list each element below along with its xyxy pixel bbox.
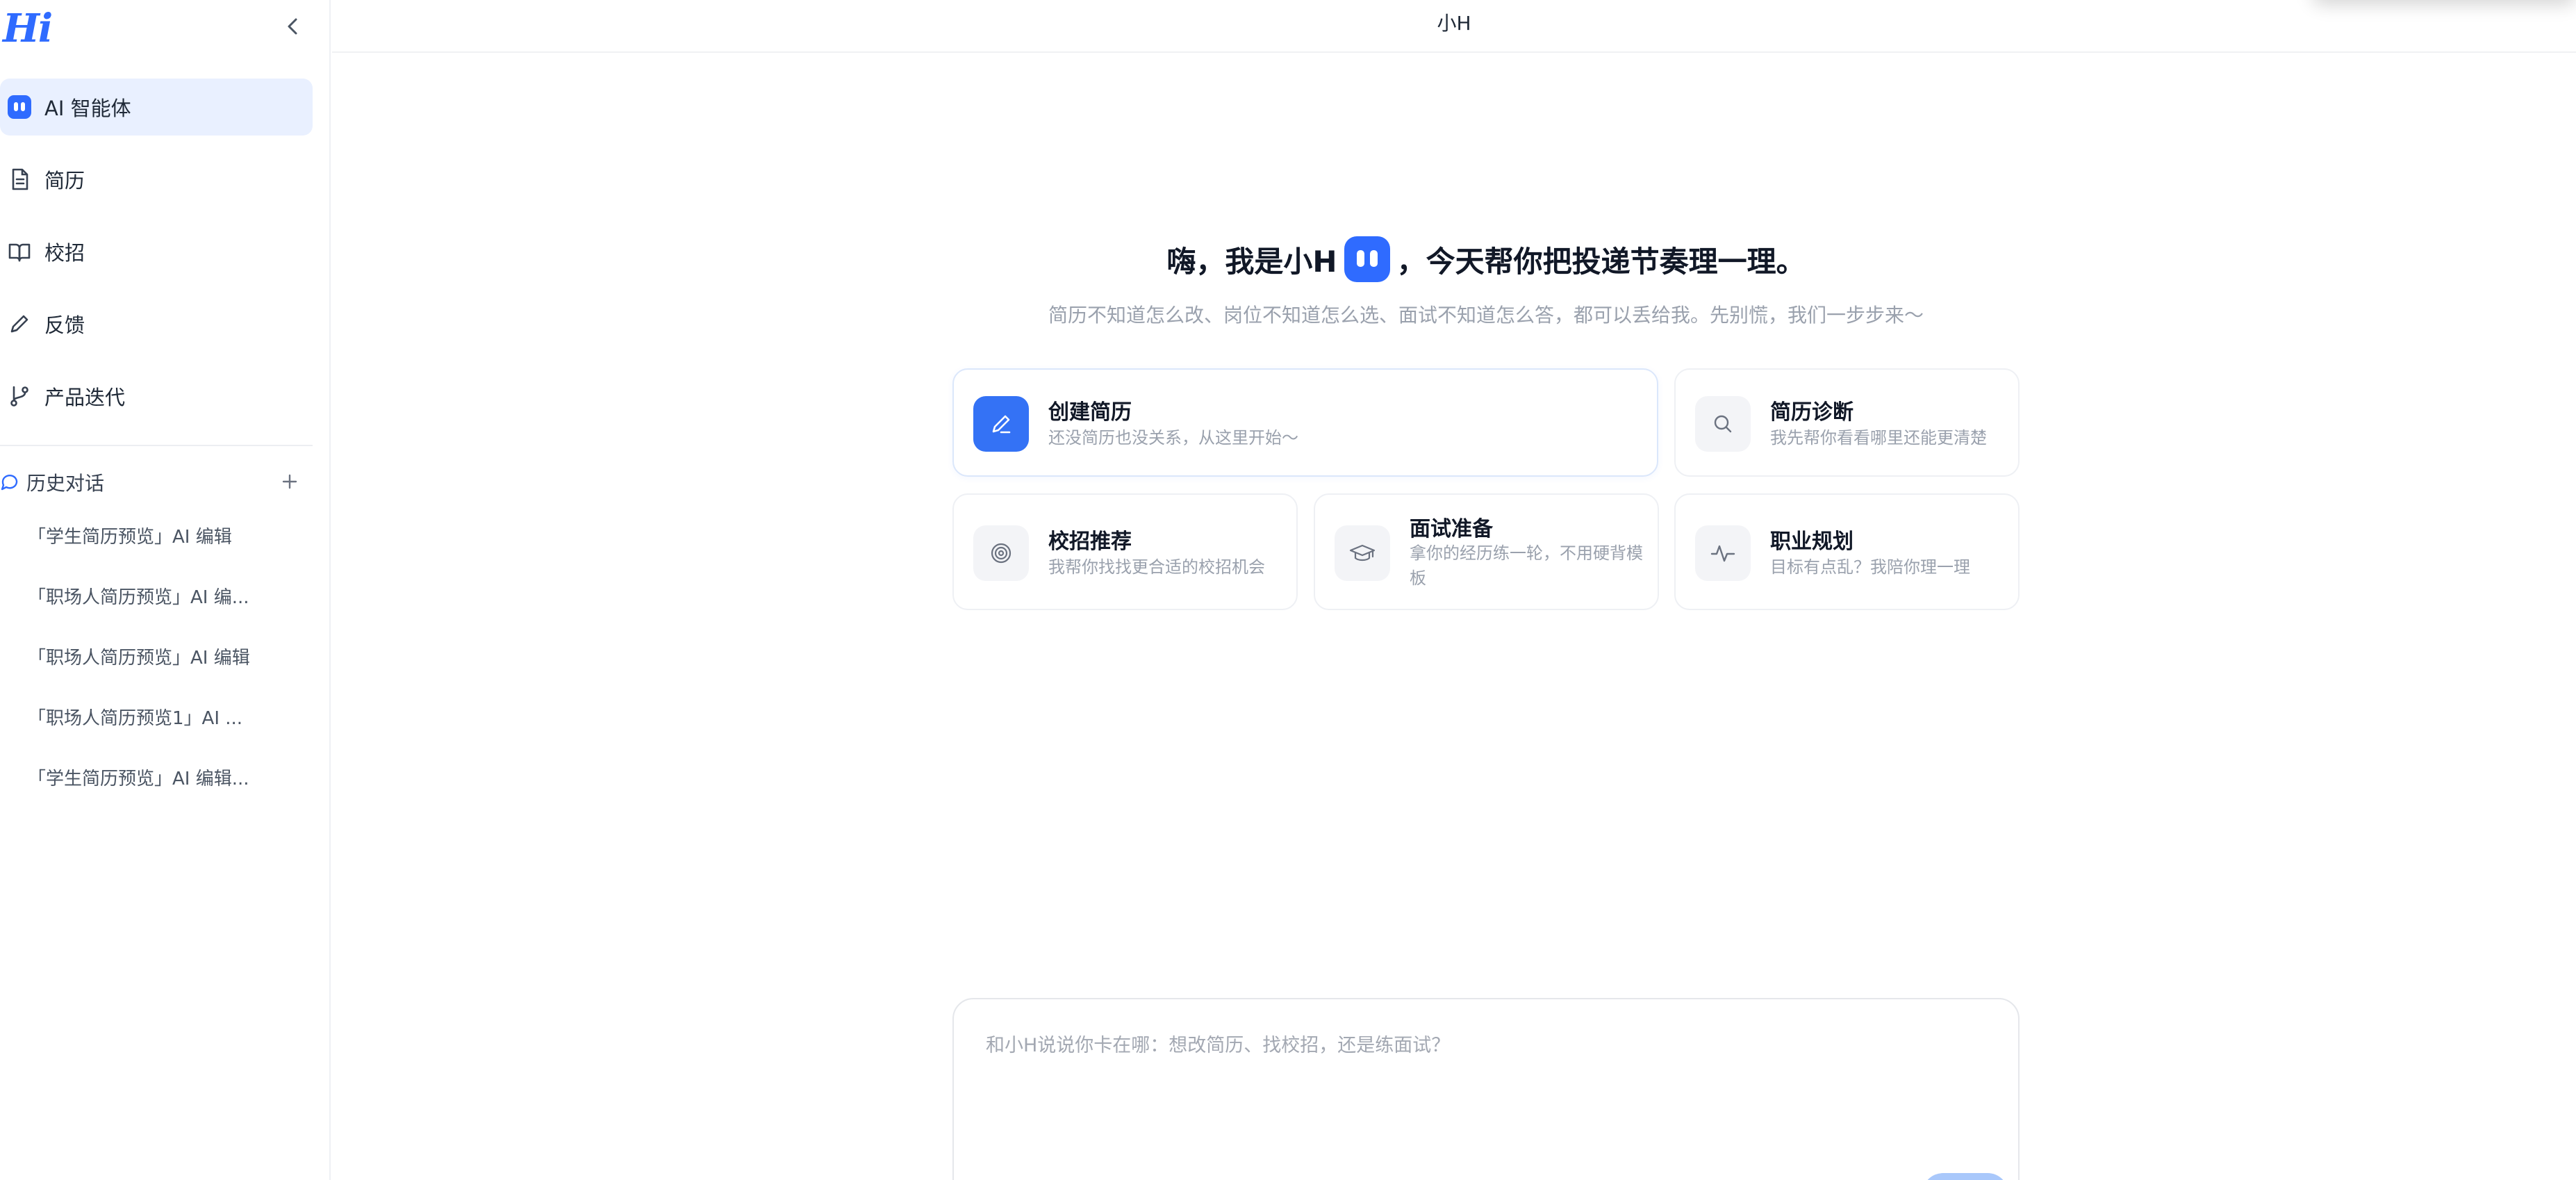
graduation-cap-icon [1335,525,1390,581]
sidebar-item-resume[interactable]: 简历 [0,151,313,208]
card-title: 职业规划 [1770,530,1853,554]
history-item[interactable]: 「职场人简历预览」AI 编辑 [28,641,278,675]
campus-recommend-card[interactable]: 校招推荐 我帮你找找更合适的校招机会 [952,493,1298,610]
card-title: 创建简历 [1048,400,1132,425]
sidebar-item-iteration[interactable]: 产品迭代 [0,368,313,425]
card-title: 面试准备 [1410,517,1493,541]
pulse-icon [1695,525,1751,581]
history-header: 历史对话 [0,464,313,500]
sidebar-divider [0,445,313,446]
send-button[interactable] [1922,1173,2008,1180]
history-item[interactable]: 「学生简历预览」AI 编辑... [28,762,278,796]
sidebar: Hi AI 智能体 简历 校招 反馈 产品迭代 历史对话 「学生简历预览」AI … [0,0,331,1180]
hero-title: 嗨，我是小H ，今天帮你把投递节奏理一理。 [952,236,2020,282]
history-item[interactable]: 「职场人简历预览1」AI ... [28,701,278,736]
sidebar-item-label: 校招 [44,241,85,265]
history-item[interactable]: 「学生简历预览」AI 编辑 [28,520,278,555]
card-title: 校招推荐 [1048,530,1132,554]
hero-subtitle: 简历不知道怎么改、岗位不知道怎么选、面试不知道怎么答，都可以丢给我。先别慌，我们… [1048,304,1924,327]
bot-icon [7,95,32,120]
add-conversation-icon[interactable] [278,470,302,493]
collapse-sidebar-icon[interactable] [281,13,306,40]
book-icon [7,239,32,264]
git-branch-icon [7,384,32,409]
card-description: 我帮你找找更合适的校招机会 [1048,557,1265,577]
target-icon [973,525,1029,581]
card-description: 我先帮你看看哪里还能更清楚 [1770,428,1987,448]
pencil-icon [973,396,1029,452]
card-description: 还没简历也没关系，从这里开始～ [1048,428,1298,448]
sidebar-item-label: 产品迭代 [44,386,126,409]
card-title: 简历诊断 [1770,400,1853,425]
sidebar-item-label: AI 智能体 [44,97,131,120]
chat-bubble-icon [0,472,21,493]
card-description: 拿你的经历练一轮，不用硬背模板 [1410,543,1643,588]
topbar: 小H [332,0,2576,53]
sidebar-item-label: 简历 [44,169,85,192]
document-icon [7,167,32,192]
sidebar-item-ai-agent[interactable]: AI 智能体 [0,79,313,136]
hero-title-start: 嗨，我是小H [1166,244,1337,279]
logo: Hi [3,6,53,51]
resume-diagnosis-card[interactable]: 简历诊断 我先帮你看看哪里还能更清楚 [1674,368,2020,477]
chat-input[interactable] [984,1029,1960,1115]
sidebar-item-feedback[interactable]: 反馈 [0,295,313,352]
hero-title-end: ，今天帮你把投递节奏理一理。 [1396,244,1806,279]
interview-prep-card[interactable]: 面试准备 拿你的经历练一轮，不用硬背模板 [1314,493,1659,610]
history-title: 历史对话 [26,472,105,495]
sidebar-item-campus[interactable]: 校招 [0,223,313,280]
page-title: 小H [1437,12,1471,35]
card-description: 目标有点乱？我陪你理一理 [1770,557,1970,577]
career-plan-card[interactable]: 职业规划 目标有点乱？我陪你理一理 [1674,493,2020,610]
sidebar-item-label: 反馈 [44,313,85,337]
chat-composer [952,998,2020,1180]
bot-avatar-icon [1344,236,1390,282]
app-window: Hi AI 智能体 简历 校招 反馈 产品迭代 历史对话 「学生简历预览」AI … [0,0,2576,1180]
create-resume-card[interactable]: 创建简历 还没简历也没关系，从这里开始～ [952,368,1658,477]
pen-icon [7,311,32,336]
history-item[interactable]: 「职场人简历预览」AI 编... [28,580,278,615]
search-icon [1695,396,1751,452]
